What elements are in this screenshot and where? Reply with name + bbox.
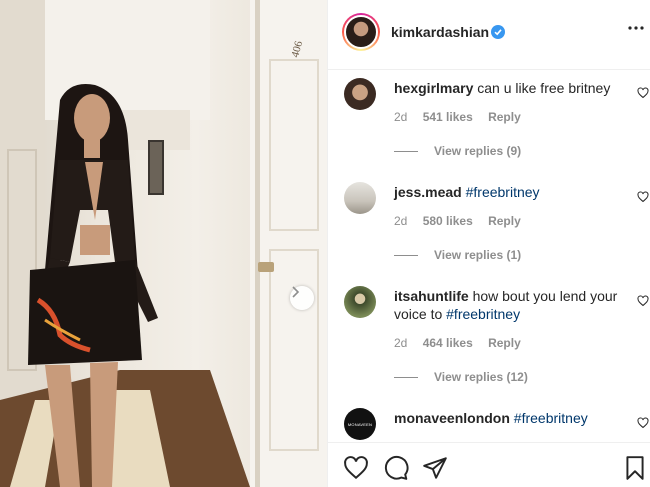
bookmark-icon[interactable] xyxy=(622,455,648,481)
commenter-username[interactable]: hexgirlmary xyxy=(394,80,473,96)
like-comment-heart-icon[interactable] xyxy=(637,191,649,203)
comment-time: 2d xyxy=(394,110,408,124)
hallway-illustration: 406 xyxy=(0,0,327,487)
heart-icon[interactable] xyxy=(343,455,369,481)
author-username[interactable]: kimkardashian xyxy=(391,24,489,40)
replies-divider xyxy=(394,254,418,256)
comment-text: itsahuntlife how bout you lend your voic… xyxy=(394,287,626,323)
commenter-avatar[interactable] xyxy=(344,286,376,318)
hashtag-link[interactable]: #freebritney xyxy=(446,306,520,322)
replies-divider xyxy=(394,150,418,152)
comment-text: hexgirlmary can u like free britney xyxy=(394,79,626,97)
commenter-username[interactable]: jess.mead xyxy=(394,184,462,200)
comment-time: 2d xyxy=(394,336,408,350)
author-avatar[interactable] xyxy=(342,13,380,51)
avatar-logo-text: MONAVEEN xyxy=(347,421,373,427)
commenter-avatar[interactable]: MONAVEEN xyxy=(344,408,376,440)
verified-badge-icon xyxy=(491,25,505,39)
post-header: kimkardashian xyxy=(328,0,650,70)
view-replies-label: View replies (12) xyxy=(434,370,528,384)
hashtag-link[interactable]: #freebritney xyxy=(514,410,588,426)
view-replies-button[interactable]: View replies (12) xyxy=(394,370,528,384)
comment-text: monaveenlondon #freebritney xyxy=(394,409,626,427)
comment-likes[interactable]: 580 likes xyxy=(423,214,473,228)
post-photo[interactable]: 406 xyxy=(0,0,327,487)
commenter-username[interactable]: monaveenlondon xyxy=(394,410,510,426)
comment-time: 2d xyxy=(394,214,408,228)
view-replies-label: View replies (1) xyxy=(434,248,522,262)
replies-divider xyxy=(394,376,418,378)
post-action-bar xyxy=(328,442,650,487)
comment-meta: 2d 541 likes Reply xyxy=(394,110,533,124)
reply-button[interactable]: Reply xyxy=(488,110,521,124)
chevron-right-icon xyxy=(292,286,300,298)
comment-likes[interactable]: 464 likes xyxy=(423,336,473,350)
comment-meta: 2d 464 likes Reply xyxy=(394,336,533,350)
comment-likes[interactable]: 541 likes xyxy=(423,110,473,124)
commenter-avatar[interactable] xyxy=(344,78,376,110)
post-side-panel: kimkardashian hexgirlmary can u like fre… xyxy=(327,0,650,487)
more-options-icon[interactable] xyxy=(628,26,644,30)
like-comment-heart-icon[interactable] xyxy=(637,417,649,429)
view-replies-label: View replies (9) xyxy=(434,144,522,158)
like-comment-heart-icon[interactable] xyxy=(637,295,649,307)
hashtag-link[interactable]: #freebritney xyxy=(466,184,540,200)
reply-button[interactable]: Reply xyxy=(488,214,521,228)
comment-text: jess.mead #freebritney xyxy=(394,183,626,201)
next-photo-button[interactable] xyxy=(290,286,314,310)
commenter-username[interactable]: itsahuntlife xyxy=(394,288,469,304)
view-replies-button[interactable]: View replies (9) xyxy=(394,144,521,158)
comment-icon[interactable] xyxy=(383,455,409,481)
like-comment-heart-icon[interactable] xyxy=(637,87,649,99)
view-replies-button[interactable]: View replies (1) xyxy=(394,248,521,262)
commenter-avatar[interactable] xyxy=(344,182,376,214)
paper-plane-icon[interactable] xyxy=(422,455,448,481)
comment-meta: 2d 580 likes Reply xyxy=(394,214,533,228)
comment-body: can u like free britney xyxy=(477,80,611,96)
reply-button[interactable]: Reply xyxy=(488,336,521,350)
